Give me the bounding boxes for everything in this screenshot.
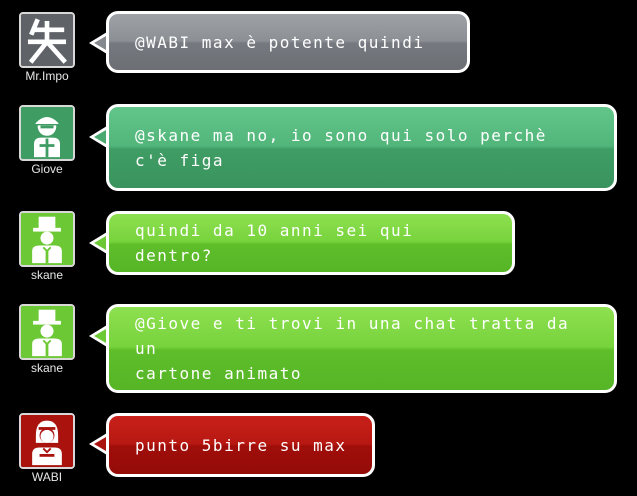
avatar[interactable]: [19, 304, 75, 360]
username: Giove: [31, 162, 63, 176]
message-text: @Giove e ti trovi in una chat tratta da …: [135, 311, 590, 386]
kanji-avatar-icon: [21, 14, 73, 66]
top-hat-person-avatar-icon: [21, 306, 73, 358]
avatar[interactable]: [19, 12, 75, 68]
username: WABI: [31, 470, 63, 484]
avatar[interactable]: [19, 105, 75, 161]
bubble-tail: [89, 325, 107, 347]
message-bubble: @Giove e ti trovi in una chat tratta da …: [106, 304, 617, 393]
bubble-tail: [89, 232, 107, 254]
bubble-tail: [89, 433, 107, 455]
message-text: @WABI max è potente quindi: [135, 32, 425, 52]
username: skane: [30, 268, 64, 282]
top-hat-person-avatar-icon: [21, 213, 73, 265]
message-text: @skane ma no, io sono qui solo perchè c'…: [135, 123, 547, 173]
avatar-block: Mr.Impo: [14, 12, 80, 83]
message-text: punto 5birre su max: [135, 435, 347, 455]
avatar-block: WABI: [14, 413, 80, 484]
avatar[interactable]: [19, 413, 75, 469]
chat-log: Mr.Impo @WABI max è potente quindi Giove: [0, 0, 637, 496]
message-bubble: punto 5birre su max: [106, 413, 375, 477]
bubble-tail: [89, 32, 107, 54]
avatar[interactable]: [19, 211, 75, 267]
bubble-tail: [89, 126, 107, 148]
message-bubble: @skane ma no, io sono qui solo perchè c'…: [106, 104, 617, 191]
avatar-block: skane: [14, 304, 80, 375]
cap-person-avatar-icon: [21, 107, 73, 159]
message-bubble: @WABI max è potente quindi: [106, 11, 470, 73]
avatar-block: Giove: [14, 105, 80, 176]
message-text-line: @skane ma no, io sono qui solo perchè: [135, 125, 547, 145]
girl-avatar-icon: [21, 415, 73, 467]
message-text: quindi da 10 anni sei qui dentro?: [135, 221, 414, 265]
message-text-line: cartone animato: [135, 364, 302, 383]
message-text-line: c'è figa: [135, 150, 225, 170]
message-bubble: quindi da 10 anni sei qui dentro?: [106, 211, 515, 275]
username: Mr.Impo: [25, 69, 69, 83]
message-text-line: @Giove e ti trovi in una chat tratta da …: [135, 314, 570, 358]
username: skane: [30, 361, 64, 375]
avatar-block: skane: [14, 211, 80, 282]
